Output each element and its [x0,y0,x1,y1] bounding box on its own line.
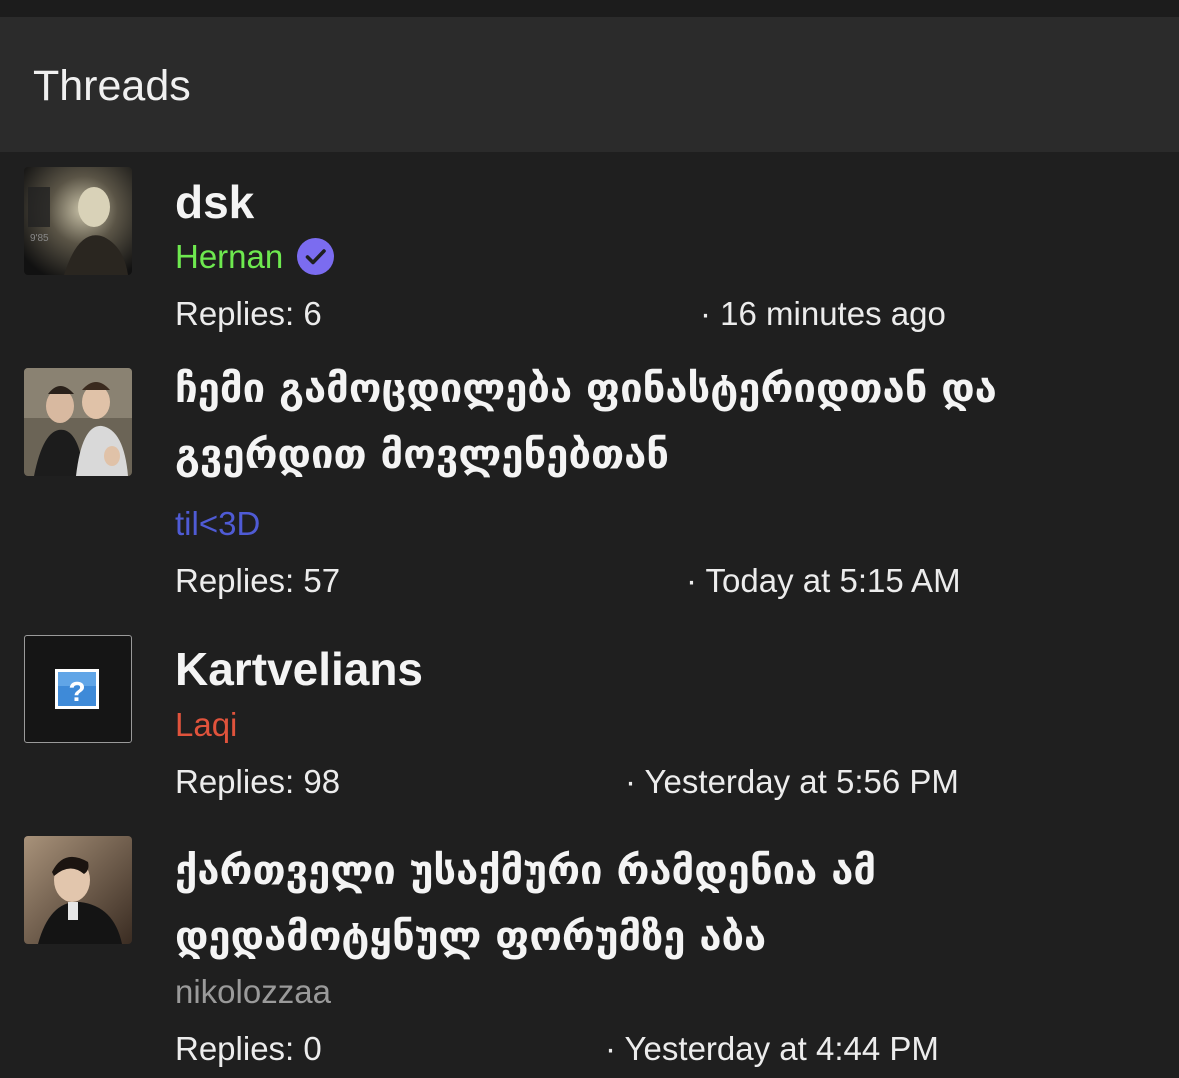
thread-rows-layer: til<3D Replies: 57 · Today at 5:15 AM ? … [0,0,1179,1078]
last-post-time[interactable]: · Yesterday at 5:56 PM [625,763,959,801]
author-name[interactable]: til<3D [175,505,260,543]
last-post-time[interactable]: · Today at 5:15 AM [686,562,961,600]
missing-image-icon: ? [55,669,99,709]
author-name[interactable]: nikolozzaa [175,973,331,1011]
thread-title[interactable]: Kartvelians [175,636,1135,702]
svg-text:?: ? [68,676,85,707]
thread-title[interactable]: ქართველი უსაქმური რამდენია ამ დედამოტყნუ… [175,838,1135,970]
avatar[interactable]: ? [24,635,132,743]
replies-count: Replies: 57 [175,562,341,599]
replies-count: Replies: 0 [175,1030,322,1067]
author-name[interactable]: Laqi [175,706,237,744]
replies-count: Replies: 98 [175,763,341,800]
avatar[interactable] [24,836,132,944]
last-post-time[interactable]: · Yesterday at 4:44 PM [605,1030,939,1068]
